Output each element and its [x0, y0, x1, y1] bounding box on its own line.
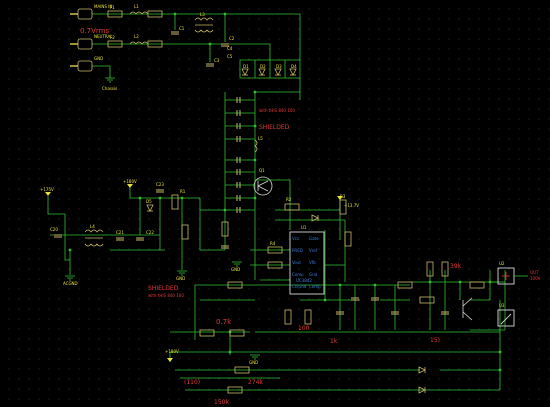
top-resistors — [107, 10, 163, 48]
f1-label: F1 — [110, 5, 115, 10]
shielded-top-sub: with tHIS 840 100 — [259, 108, 295, 113]
value-100: 100 — [298, 325, 310, 332]
d4-label: D4 — [291, 64, 297, 69]
c5-label: C5 — [227, 54, 233, 59]
gnd-connector-label: GND — [94, 56, 103, 61]
c22-label: C22 — [146, 230, 154, 235]
u3-label: U3 — [499, 303, 505, 308]
l2-label: L2 — [134, 34, 139, 39]
output-top: OUT — [530, 270, 539, 275]
value-1k: 1k — [330, 338, 338, 345]
ic-pin-right-1: Vref — [309, 248, 318, 253]
output-label: 100V — [530, 276, 541, 281]
wires — [47, 13, 506, 391]
c3-label: C3 — [214, 58, 220, 63]
shielded-top-label: SHIELDED — [259, 124, 290, 131]
f2-label: F2 — [110, 35, 115, 40]
l5-label: L5 — [258, 136, 263, 141]
gnd-label-1: GND — [176, 276, 185, 281]
output-transistor — [462, 297, 473, 321]
value-07k: 0.7k — [216, 318, 232, 326]
r2-label: R2 — [286, 197, 292, 202]
ic-pin-right-2: Vfb — [309, 260, 316, 265]
l3-label: L3 — [200, 12, 205, 17]
c23-label: C23 — [156, 182, 164, 187]
c1-label: C1 — [179, 26, 185, 31]
ic-pin-right-0: Gate — [309, 236, 319, 241]
d2-label: D2 — [260, 64, 266, 69]
ic-pin-right-3: Gnd — [309, 272, 318, 277]
acgnd-label: ACGND — [63, 281, 78, 286]
ic-pin-right-4: Comp — [309, 284, 321, 289]
ic-pin-left-0: Vcc — [292, 236, 299, 241]
c2-label: C2 — [229, 36, 235, 41]
value-274k: 274k — [248, 379, 263, 386]
gnd-label-2: GND — [231, 267, 240, 272]
chassis-label: Chassis — [102, 86, 117, 91]
u1-label: U1 — [301, 225, 307, 230]
d3-label: D3 — [276, 64, 282, 69]
ic-pin-left-1: PRED — [292, 248, 303, 253]
d5-label: D5 — [146, 199, 152, 204]
schematic-drawing: 0.7Vrms SHIELDED with tHIS 840 100 SHIEL… — [40, 4, 541, 406]
rail-13v: +13.7V — [344, 203, 359, 208]
shielded-bottom-label: SHIELDED — [148, 285, 179, 292]
c20-label: C20 — [50, 227, 58, 232]
l1-label: L1 — [134, 4, 139, 9]
rail-180v-b: +180V — [165, 349, 179, 354]
rail-180v: +180V — [123, 179, 137, 184]
q1-label: Q1 — [259, 168, 265, 173]
r1-label: R1 — [180, 189, 186, 194]
value-39k: 39k — [450, 263, 462, 270]
c4-label: C4 — [227, 46, 233, 51]
ic-pins: Vcc PRED Vout Comp Cs/Gnd Gate Vref Vfb … — [292, 236, 321, 289]
l4-label: L4 — [90, 224, 95, 229]
c21-label: C21 — [116, 230, 124, 235]
schematic-canvas[interactable]: 0.7Vrms SHIELDED with tHIS 840 100 SHIEL… — [0, 0, 550, 407]
u2-label: U2 — [499, 261, 505, 266]
gnd-label-3: GND — [249, 360, 258, 365]
value-15: 15) — [430, 337, 440, 344]
diodes — [146, 68, 426, 394]
neutral-connector — [77, 38, 93, 50]
d1-label: D1 — [243, 64, 249, 69]
r4-label: R4 — [270, 241, 276, 246]
mains-connectors[interactable] — [70, 8, 93, 72]
gnd-connector — [77, 60, 93, 72]
capacitors — [54, 31, 449, 315]
value-110: (110) — [184, 379, 200, 386]
value-150k: 150k — [214, 399, 229, 406]
rail-175v: +175V — [40, 187, 54, 192]
ground-symbols — [65, 77, 260, 360]
shielded-bottom-sub: with tHIS 840 100 — [148, 293, 184, 298]
r3-label: R3 — [340, 194, 346, 199]
output-boxes[interactable] — [497, 267, 528, 327]
ic-name: UC3842 — [296, 278, 312, 283]
mains-in-connector — [77, 8, 93, 20]
ic-pin-left-3: Comp — [292, 272, 304, 277]
ic-pin-left-2: Vout — [292, 260, 301, 265]
resistors — [171, 194, 485, 394]
ic-pin-left-4: Cs/Gnd — [292, 284, 307, 289]
